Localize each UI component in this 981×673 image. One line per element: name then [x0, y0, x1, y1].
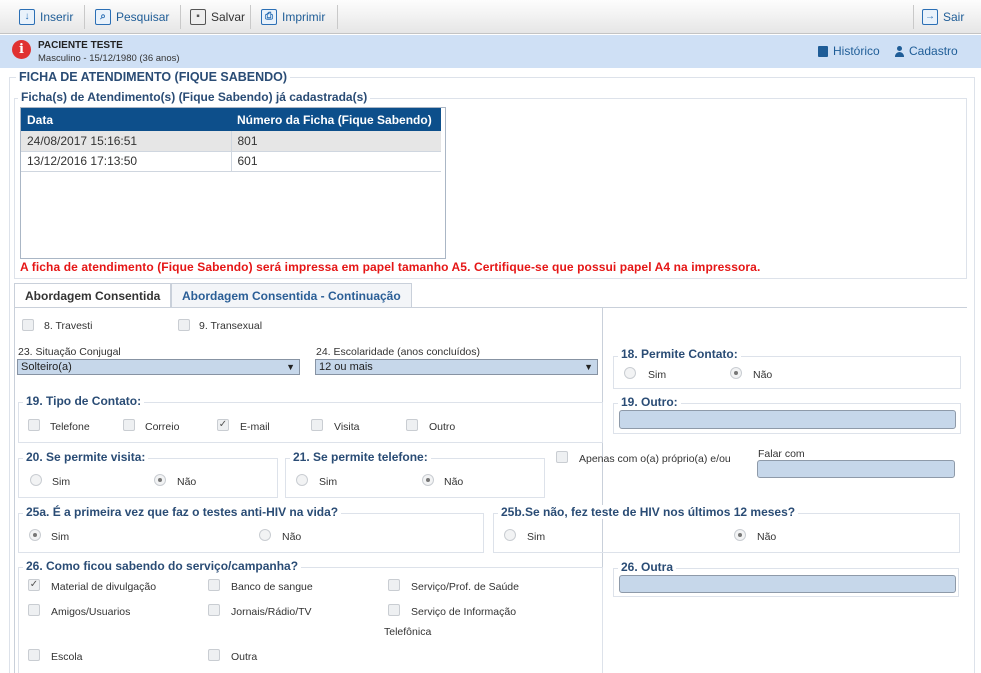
banco-sangue-checkbox[interactable] — [208, 579, 220, 591]
table-row[interactable]: 13/12/2016 17:13:50 601 — [21, 151, 441, 172]
teste-12-meses-fieldset — [493, 513, 960, 553]
chevron-down-icon: ▼ — [584, 362, 593, 372]
outra-checkbox[interactable] — [208, 649, 220, 661]
table-row[interactable]: 24/08/2017 15:16:51 801 — [21, 131, 441, 152]
page-title: FICHA DE ATENDIMENTO (FIQUE SABENDO) — [16, 70, 291, 84]
teste-12-meses-nao-radio[interactable] — [734, 529, 746, 541]
salvar-button[interactable]: ▪ Salvar — [185, 4, 250, 29]
sair-button[interactable]: → Sair — [917, 4, 969, 29]
primeira-vez-nao-radio[interactable] — [259, 529, 271, 541]
print-icon: ⎙ — [261, 8, 277, 25]
column-header-data[interactable]: Data — [21, 108, 231, 131]
warning-message: A ficha de atendimento (Fique Sabendo) s… — [20, 260, 761, 274]
escolaridade-select[interactable]: 12 ou mais ▼ — [315, 359, 598, 375]
outro-input[interactable] — [619, 410, 956, 429]
search-icon: ⌕ — [95, 8, 111, 25]
tab-abordagem-consentida[interactable]: Abordagem Consentida — [14, 283, 172, 308]
servico-info-checkbox[interactable] — [388, 604, 400, 616]
primeira-vez-sim-radio[interactable] — [29, 529, 41, 541]
correio-checkbox[interactable] — [123, 419, 135, 431]
chevron-down-icon: ▼ — [286, 362, 295, 372]
transexual-checkbox[interactable] — [178, 319, 190, 331]
apenas-proprio-checkbox[interactable] — [556, 451, 568, 463]
servico-prof-checkbox[interactable] — [388, 579, 400, 591]
toolbar: ↓ Inserir ⌕ Pesquisar ▪ Salvar ⎙ Imprimir → S… — [0, 0, 981, 34]
list-legend: Ficha(s) de Atendimento(s) (Fique Sabend… — [18, 90, 371, 104]
outra-input[interactable] — [619, 575, 956, 593]
jornais-checkbox[interactable] — [208, 604, 220, 616]
escola-checkbox[interactable] — [28, 649, 40, 661]
permite-contato-nao-radio[interactable] — [730, 367, 742, 379]
tab-abordagem-continuacao[interactable]: Abordagem Consentida - Continuação — [171, 283, 412, 307]
patient-info: Masculino - 15/12/1980 (36 anos) — [38, 53, 180, 64]
column-header-numero[interactable]: Número da Ficha (Fique Sabendo) — [231, 108, 441, 131]
amigos-checkbox[interactable] — [28, 604, 40, 616]
cadastro-link[interactable]: Cadastro — [894, 44, 958, 58]
falar-com-input[interactable] — [757, 460, 955, 478]
email-checkbox[interactable]: ✓ — [217, 419, 229, 431]
save-icon: ▪ — [190, 8, 206, 25]
telefone-checkbox[interactable] — [28, 419, 40, 431]
fichas-table: Data Número da Ficha (Fique Sabendo) 24/… — [20, 107, 446, 259]
permite-telefone-sim-radio[interactable] — [296, 474, 308, 486]
teste-12-meses-sim-radio[interactable] — [504, 529, 516, 541]
insert-icon: ↓ — [19, 8, 35, 25]
permite-contato-sim-radio[interactable] — [624, 367, 636, 379]
primeira-vez-fieldset — [18, 513, 484, 553]
inserir-button[interactable]: ↓ Inserir — [14, 4, 78, 29]
patient-name: PACIENTE TESTE — [38, 40, 123, 51]
alert-icon: i — [12, 40, 31, 59]
permite-visita-nao-radio[interactable] — [154, 474, 166, 486]
visita-checkbox[interactable] — [311, 419, 323, 431]
pesquisar-button[interactable]: ⌕ Pesquisar — [90, 4, 174, 29]
imprimir-button[interactable]: ⎙ Imprimir — [256, 4, 330, 29]
material-checkbox[interactable]: ✓ — [28, 579, 40, 591]
book-icon — [818, 45, 828, 57]
situacao-conjugal-select[interactable]: Solteiro(a) ▼ — [17, 359, 300, 375]
historico-link[interactable]: Histórico — [818, 44, 880, 58]
permite-visita-sim-radio[interactable] — [30, 474, 42, 486]
outro-checkbox[interactable] — [406, 419, 418, 431]
user-icon — [894, 45, 905, 57]
exit-icon: → — [922, 8, 938, 25]
travesti-checkbox[interactable] — [22, 319, 34, 331]
permite-telefone-nao-radio[interactable] — [422, 474, 434, 486]
